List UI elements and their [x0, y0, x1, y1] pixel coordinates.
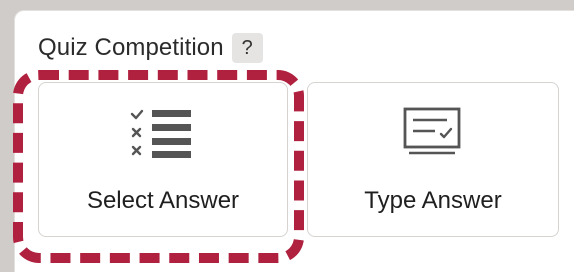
checklist-icon	[129, 103, 197, 168]
type-answer-label: Type Answer	[364, 187, 502, 214]
select-answer-option[interactable]: Select Answer	[38, 82, 288, 237]
type-answer-option[interactable]: Type Answer	[307, 82, 559, 237]
section-title: Quiz Competition	[38, 34, 224, 61]
help-button[interactable]: ?	[231, 33, 263, 63]
text-input-icon	[399, 103, 467, 168]
section-header: Quiz Competition ?	[38, 33, 263, 63]
select-answer-label: Select Answer	[86, 187, 240, 214]
